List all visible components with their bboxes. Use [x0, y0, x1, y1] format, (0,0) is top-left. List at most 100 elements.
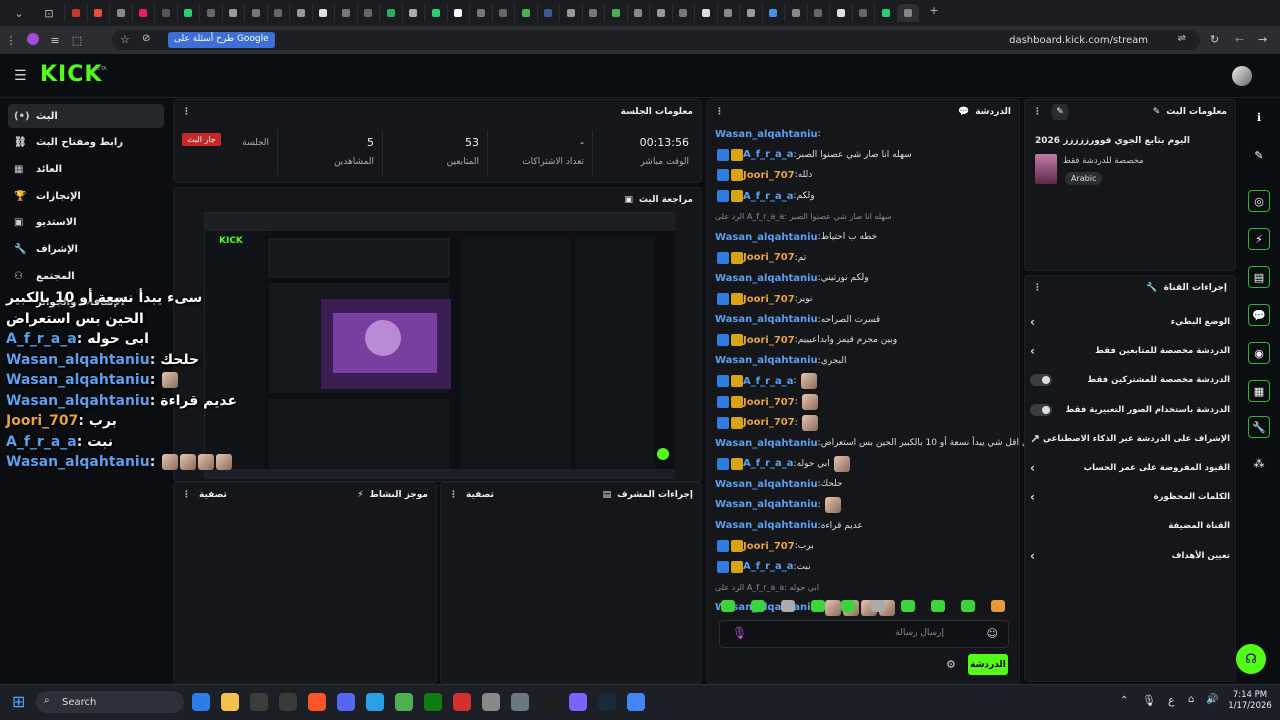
chat-username[interactable]: Joori_707: [743, 335, 795, 346]
chat-username[interactable]: Wasan_alqahtaniu: [715, 232, 818, 243]
taskbar-search[interactable]: ⌕ Search: [36, 691, 184, 713]
chat-username[interactable]: A_f_r_a_a: [743, 149, 794, 160]
quick-emote-icon[interactable]: [931, 600, 945, 612]
sidebar-item[interactable]: ⛓ رابط ومفتاح البث: [8, 131, 164, 155]
chat-icon[interactable]: 💬: [1248, 304, 1270, 326]
language-indicator[interactable]: ع: [1168, 694, 1175, 707]
browser-tab[interactable]: [559, 4, 582, 22]
quick-emote-icon[interactable]: [841, 600, 855, 612]
channel-action-item[interactable]: الدردشة مخصصة للمشتركين فقط: [1030, 366, 1230, 394]
taskbar-app-icon[interactable]: [569, 693, 587, 711]
browser-tab[interactable]: [221, 4, 245, 22]
tab-grid-icon[interactable]: ⊡: [34, 7, 64, 20]
more-options-icon[interactable]: ⋮: [182, 490, 191, 500]
hamburger-menu-icon[interactable]: ☰: [14, 68, 27, 84]
chat-username[interactable]: Wasan_alqahtaniu: [715, 314, 818, 325]
sidebar-item[interactable]: ⚇ المجتمع: [8, 264, 164, 288]
emoji-icon[interactable]: ☺: [987, 627, 998, 640]
toggle-switch[interactable]: [1030, 403, 1052, 416]
chat-message[interactable]: Joori_707: نوير: [715, 289, 1005, 310]
sidebar-item[interactable]: 🏆 الإنجازات: [8, 184, 164, 208]
google-ask-pill[interactable]: طرح أسئلة على Google: [168, 32, 275, 48]
chat-message[interactable]: Joori_707: تم: [715, 248, 1005, 269]
browser-tab[interactable]: [649, 4, 672, 22]
browser-tab[interactable]: [491, 4, 515, 22]
chat-message[interactable]: Joori_707:: [715, 392, 1005, 413]
channel-action-item[interactable]: الإشراف على الدردشة عبر الذكاء الاصطناعي…: [1030, 425, 1230, 453]
edit-icon[interactable]: ✎: [1052, 104, 1068, 120]
chat-message[interactable]: Joori_707: دلله: [715, 165, 1005, 186]
chat-username[interactable]: A_f_r_a_a: [743, 191, 794, 202]
support-headset-icon[interactable]: ☊: [1236, 644, 1266, 674]
chat-username[interactable]: Wasan_alqahtaniu: [715, 129, 818, 140]
taskbar-app-icon[interactable]: [337, 693, 355, 711]
browser-tab[interactable]: [199, 4, 222, 22]
taskbar-app-icon[interactable]: [221, 693, 239, 711]
more-options-icon[interactable]: ⋮: [1033, 283, 1042, 293]
microphone-icon[interactable]: 🎙: [1142, 694, 1156, 707]
site-controls-icon[interactable]: ⇌: [1178, 33, 1186, 44]
tab-search-icon[interactable]: ⌄: [4, 7, 34, 20]
chat-message[interactable]: Wasan_alqahtaniu:: [715, 124, 1005, 145]
chat-message[interactable]: Wasan_alqahtaniu:: [715, 495, 1005, 516]
browser-tab[interactable]: [154, 4, 177, 22]
browser-tab[interactable]: [289, 4, 312, 22]
extensions-icon[interactable]: ⬚: [66, 34, 88, 47]
browser-tab[interactable]: [109, 4, 132, 22]
browser-tab[interactable]: [424, 4, 447, 22]
chat-username[interactable]: Joori_707: [743, 397, 795, 408]
channel-action-item[interactable]: القناة المضيفة: [1030, 512, 1230, 540]
browser-tab[interactable]: [514, 4, 537, 22]
user-avatar[interactable]: [1232, 66, 1252, 86]
chat-message[interactable]: Joori_707: برب: [715, 536, 1005, 557]
filter-button[interactable]: تصفية: [199, 490, 227, 500]
chat-message[interactable]: Wasan_alqahtaniu: البجري: [715, 351, 1005, 372]
info-icon[interactable]: ℹ: [1248, 106, 1270, 128]
chat-username[interactable]: Wasan_alqahtaniu: [715, 499, 818, 510]
sidebar-item[interactable]: ▦ العائد: [8, 157, 164, 181]
browser-tab[interactable]: [604, 4, 627, 22]
browser-tab[interactable]: [739, 4, 762, 22]
quick-emote-icon[interactable]: [991, 600, 1005, 612]
more-icon[interactable]: ⋮: [0, 34, 22, 47]
browser-tab[interactable]: [311, 4, 335, 22]
taskbar-app-icon[interactable]: [308, 693, 326, 711]
taskbar-app-icon[interactable]: [279, 693, 297, 711]
browser-tab[interactable]: [536, 4, 560, 22]
taskbar-app-icon[interactable]: [482, 693, 500, 711]
quick-emote-icon[interactable]: [811, 600, 825, 612]
browser-tab[interactable]: [64, 4, 87, 22]
taskbar-app-icon[interactable]: [424, 693, 442, 711]
taskbar-app-icon[interactable]: [598, 693, 616, 711]
sidebar-item[interactable]: 🔧 الإشراف: [8, 238, 164, 262]
target-icon[interactable]: ◎: [1248, 190, 1270, 212]
taskbar-app-icon[interactable]: [453, 693, 471, 711]
browser-tab[interactable]: [446, 4, 470, 22]
forward-icon[interactable]: ←: [1235, 33, 1244, 46]
taskbar-app-icon[interactable]: [192, 693, 210, 711]
chat-message[interactable]: Wasan_alqahtaniu: عديم قراءه: [715, 515, 1005, 536]
taskbar-app-icon[interactable]: [540, 693, 558, 711]
broadcast-icon[interactable]: ◉: [1248, 342, 1270, 364]
sidebar-item[interactable]: ▣ الاستديو: [8, 211, 164, 235]
chat-message[interactable]: Wasan_alqahtaniu: خطه ب احتياط: [715, 227, 1005, 248]
layout-icon[interactable]: ▦: [1248, 380, 1270, 402]
channel-action-item[interactable]: الكلمات المحظورة ›: [1030, 483, 1230, 511]
lightning-icon[interactable]: ⚡: [1248, 228, 1270, 250]
quick-emote-icon[interactable]: [871, 600, 885, 612]
chat-message[interactable]: Wasan_alqahtaniu: حلحك: [715, 474, 1005, 495]
browser-tab[interactable]: [829, 4, 852, 22]
chat-message[interactable]: A_f_r_a_a: ابي حوله: [715, 454, 1005, 475]
browser-tab[interactable]: [874, 4, 897, 22]
chat-username[interactable]: Wasan_alqahtaniu: [715, 273, 818, 284]
chat-message-list[interactable]: Wasan_alqahtaniu: A_f_r_a_a: سهله انا صا…: [715, 124, 1044, 618]
wrench-icon[interactable]: 🔧: [1248, 416, 1270, 438]
browser-tab[interactable]: [896, 4, 919, 22]
chat-username[interactable]: Joori_707: [743, 170, 795, 181]
browser-tab[interactable]: [334, 4, 357, 22]
chat-message[interactable]: A_f_r_a_a: سهله انا صار شي عصنوا الصبر: [715, 145, 1005, 166]
chat-message[interactable]: الرد على A_f_r_a_a: ابي حوله: [715, 577, 1005, 598]
channel-action-item[interactable]: الدردشة مخصصة للمتابعين فقط ›: [1030, 337, 1230, 365]
browser-tab[interactable]: [851, 4, 875, 22]
microphone-icon[interactable]: 🎙: [732, 626, 747, 640]
